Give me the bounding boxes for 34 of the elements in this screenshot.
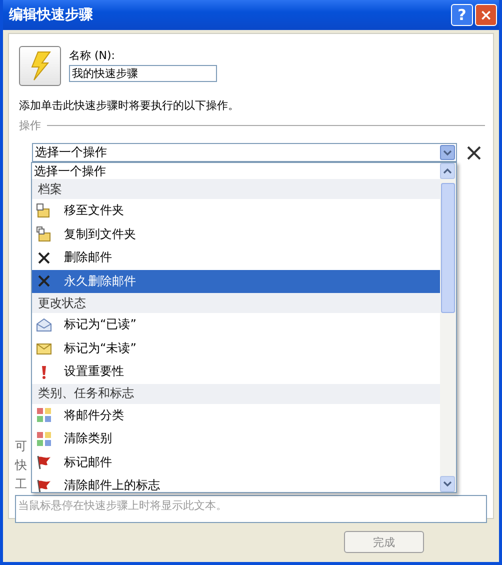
group-header: 档案: [32, 179, 440, 199]
cross-icon: [36, 273, 52, 290]
category-grid-icon: [36, 407, 52, 424]
action-dropdown[interactable]: 选择一个操作: [32, 143, 457, 162]
label-text: 快: [15, 459, 27, 472]
group-header: 更改状态: [32, 293, 440, 313]
instruction-text: 添加单击此快速步骤时将要执行的以下操作。: [19, 98, 240, 113]
close-button[interactable]: ×: [475, 4, 497, 26]
name-field[interactable]: 我的快速步骤: [69, 65, 217, 82]
dropdown-option[interactable]: 将邮件分类: [32, 404, 440, 427]
folder-icon: [36, 226, 52, 242]
dropdown-option[interactable]: 永久删除邮件: [32, 270, 440, 293]
flag-icon: [36, 478, 52, 492]
chevron-down-icon: [443, 481, 452, 487]
cross-icon: [36, 250, 52, 266]
flag-icon: [36, 454, 52, 470]
folder-icon: [36, 202, 52, 219]
chevron-up-icon: [443, 168, 452, 174]
section-heading: 操作: [19, 118, 41, 133]
group-header: 类别、任务和标志: [32, 384, 440, 404]
dropdown-option[interactable]: 选择一个操作: [32, 163, 440, 179]
scroll-down-button[interactable]: [440, 476, 455, 492]
category-grid-icon: [36, 430, 52, 447]
dropdown-option[interactable]: 清除邮件上的标志: [32, 474, 440, 492]
label-text: 工: [15, 478, 27, 491]
name-label: 名称 (N):: [69, 48, 116, 63]
envelope-icon: [36, 316, 52, 333]
label-text: 可: [15, 440, 27, 453]
lightning-button[interactable]: [19, 46, 61, 86]
window-title: 编辑快速步骤: [9, 6, 93, 24]
close-icon[interactable]: [467, 146, 481, 160]
scrollbar[interactable]: [440, 163, 456, 492]
scroll-up-button[interactable]: [440, 163, 455, 179]
help-button[interactable]: ?: [451, 4, 473, 26]
